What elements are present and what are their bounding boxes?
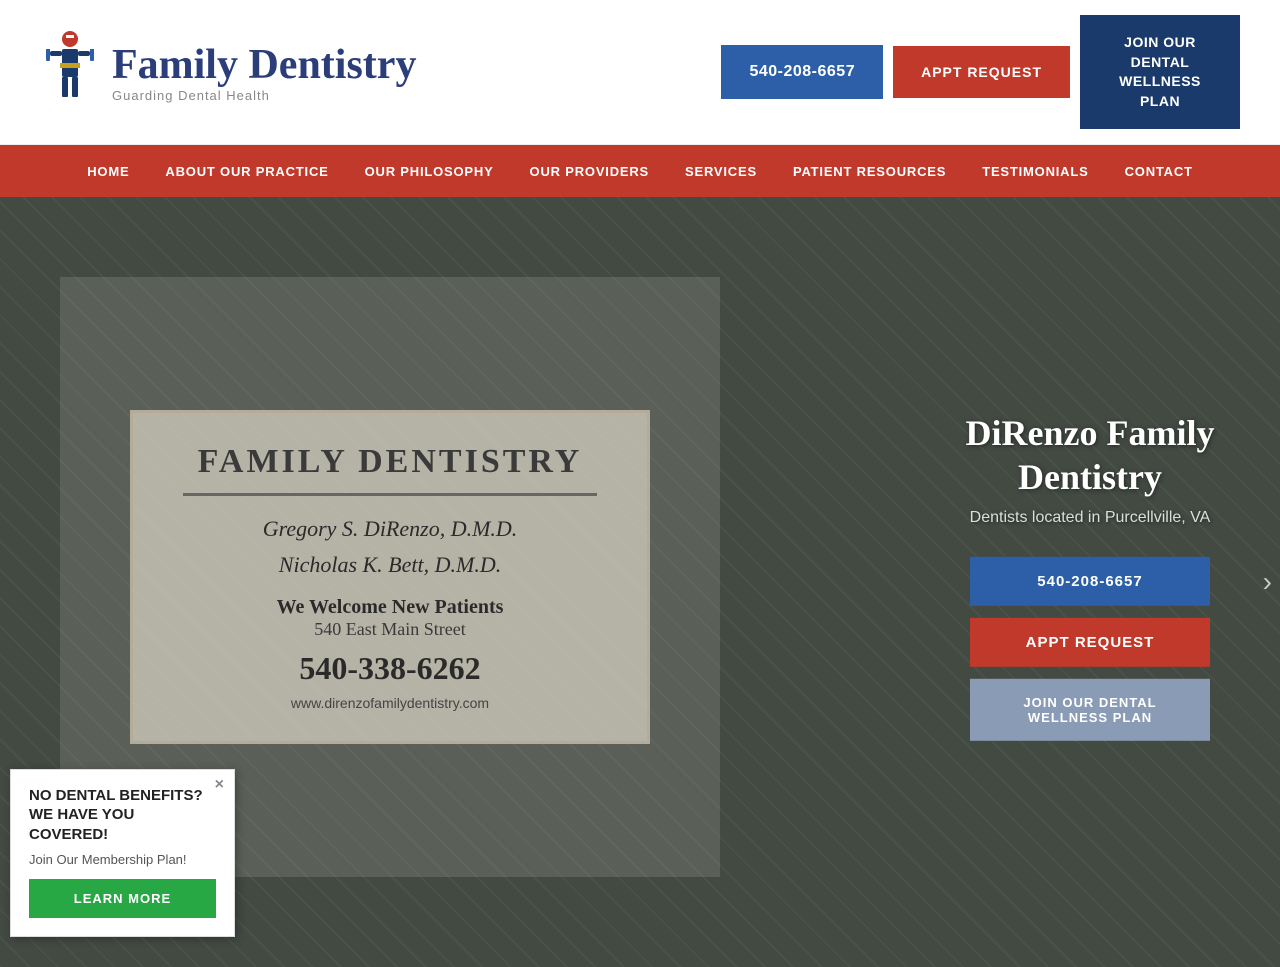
popup-learn-more-button[interactable]: LEARN MORE [29, 879, 216, 918]
nav-testimonials[interactable]: TESTIMONIALS [964, 145, 1106, 197]
hero-wellness-button[interactable]: JOIN OUR DENTAL WELLNESS PLAN [970, 679, 1210, 741]
hero-section: FAMILY DENTISTRY Gregory S. DiRenzo, D.M… [0, 197, 1280, 967]
header-buttons: 540-208-6657 APPT REQUEST JOIN OUR DENTA… [721, 15, 1240, 129]
sign-title: FAMILY DENTISTRY [183, 443, 597, 496]
hero-overlay-panel: DiRenzo Family Dentistry Dentists locate… [930, 412, 1250, 752]
sign-website: www.direnzofamilydentistry.com [183, 695, 597, 711]
carousel-next-arrow[interactable]: › [1263, 566, 1272, 598]
hero-phone-button[interactable]: 540-208-6657 [970, 557, 1210, 606]
nav-about[interactable]: ABOUT OUR PRACTICE [147, 145, 346, 197]
phone-button[interactable]: 540-208-6657 [721, 45, 883, 99]
nav-home[interactable]: HOME [69, 145, 147, 197]
hero-title: DiRenzo Family Dentistry [930, 412, 1250, 498]
site-title: Family Dentistry [112, 42, 416, 88]
logo-area: Family Dentistry Guarding Dental Health [40, 27, 416, 117]
hero-appt-button[interactable]: APPT REQUEST [970, 618, 1210, 667]
header: Family Dentistry Guarding Dental Health … [0, 0, 1280, 145]
sign-doctor1: Gregory S. DiRenzo, D.M.D. [183, 516, 597, 542]
sign-board: FAMILY DENTISTRY Gregory S. DiRenzo, D.M… [130, 410, 650, 744]
appt-button[interactable]: APPT REQUEST [893, 46, 1070, 98]
nav-providers[interactable]: OUR PROVIDERS [512, 145, 667, 197]
sign-welcome: We Welcome New Patients [183, 596, 597, 619]
logo-text: Family Dentistry Guarding Dental Health [112, 42, 416, 103]
hero-subtitle: Dentists located in Purcellville, VA [930, 509, 1250, 527]
membership-popup: × NO DENTAL BENEFITS? WE HAVE YOU COVERE… [10, 769, 235, 938]
nav-contact[interactable]: CONTACT [1107, 145, 1211, 197]
popup-close-button[interactable]: × [215, 776, 224, 794]
nav-services[interactable]: SERVICES [667, 145, 775, 197]
wellness-button[interactable]: JOIN OUR DENTAL WELLNESS PLAN [1080, 15, 1240, 129]
popup-subtitle: Join Our Membership Plan! [29, 852, 216, 867]
sign-phone: 540-338-6262 [183, 650, 597, 687]
nav-patient-resources[interactable]: PATIENT RESOURCES [775, 145, 964, 197]
sign-address: 540 East Main Street [183, 619, 597, 640]
main-nav: HOME ABOUT OUR PRACTICE OUR PHILOSOPHY O… [0, 145, 1280, 197]
site-tagline: Guarding Dental Health [112, 88, 416, 103]
popup-title: NO DENTAL BENEFITS? WE HAVE YOU COVERED! [29, 786, 216, 845]
sign-doctor2: Nicholas K. Bett, D.M.D. [183, 552, 597, 578]
logo-icon [40, 27, 100, 117]
nav-philosophy[interactable]: OUR PHILOSOPHY [347, 145, 512, 197]
